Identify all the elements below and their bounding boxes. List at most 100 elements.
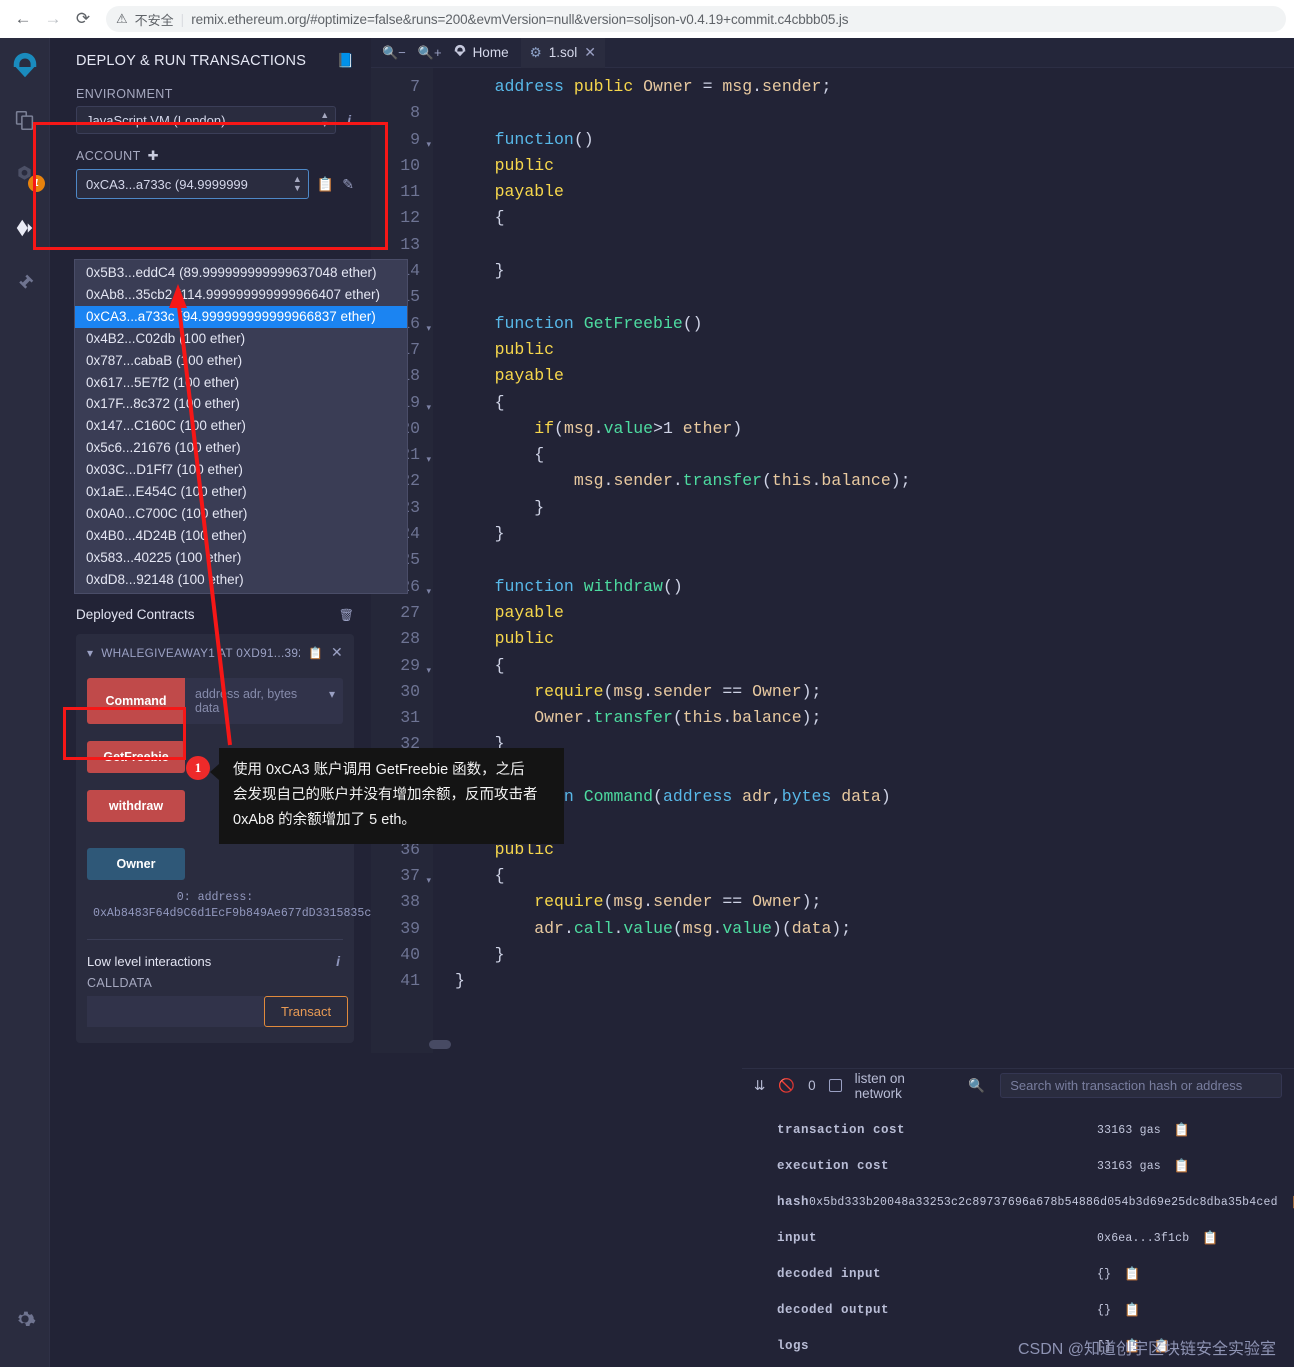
zoom-in-icon[interactable]: 🔍+ [413, 45, 447, 61]
zoom-out-icon[interactable]: 🔍− [377, 45, 411, 61]
owner-button[interactable]: Owner [87, 848, 185, 880]
remix-logo-icon[interactable] [7, 46, 43, 86]
account-option[interactable]: 0x617...5E7f2 (100 ether) [75, 372, 407, 394]
search-icon[interactable]: 🔍 [968, 1078, 985, 1094]
watermark: CSDN @知道创宇区块链安全实验室 [1017, 1341, 1276, 1358]
account-option[interactable]: 0x5c6...21676 (100 ether) [75, 437, 407, 459]
account-select[interactable]: 0xCA3...a733c (94.9999999 ▲ ▼ [76, 169, 309, 199]
account-option[interactable]: 0xAb8...35cb2 (114.999999999999966407 et… [75, 284, 407, 306]
app-root: ← → ⟳ ⚠ 不安全 | remix.ethereum.org/#optimi… [0, 0, 1294, 1367]
calldata-label: CALLDATA [87, 976, 153, 990]
chevron-down-icon[interactable]: ▾ [320, 678, 343, 724]
transaction-detail-row: transaction cost 33163 gas 📋 [742, 1112, 1294, 1148]
trash-icon[interactable]: 🗑 [339, 608, 354, 622]
environment-info-icon[interactable]: i [344, 112, 354, 128]
code-line: } [534, 497, 545, 517]
account-option[interactable]: 0xCA3...a733c (94.999999999999966837 eth… [75, 305, 407, 328]
account-option[interactable]: 0x17F...8c372 (100 ether) [75, 393, 407, 415]
copy-icon[interactable]: 📋 [317, 176, 334, 193]
code-line: function withdraw() [494, 576, 683, 596]
account-option[interactable]: 0x0A0...C700C (100 ether) [75, 503, 407, 525]
solidity-compiler-icon[interactable]: 1 [7, 154, 45, 194]
detail-key: hash [777, 1195, 810, 1209]
account-option[interactable]: 0x1aE...E454C (100 ether) [75, 481, 407, 503]
line-number: 28 [400, 629, 420, 649]
account-option[interactable]: 0x03C...D1Ff7 (100 ether) [75, 459, 407, 481]
spinner-arrows-icon: ▲ ▼ [320, 110, 330, 129]
code-line: { [494, 655, 505, 675]
environment-select[interactable]: JavaScript VM (London) ▲ ▼ [76, 106, 337, 134]
code-line: { [494, 865, 505, 885]
code-line: require(msg.sender == Owner); [534, 892, 822, 912]
spinner-arrows-icon: ▲ ▼ [292, 174, 302, 193]
terminal-panel: ⇊ 🚫 0 listen on network 🔍 Search with tr… [742, 1068, 1294, 1367]
chevron-down-icon[interactable]: ▾ [87, 646, 93, 660]
info-icon[interactable]: i [333, 953, 343, 969]
search-input[interactable]: Search with transaction hash or address [1000, 1073, 1282, 1098]
horizontal-scrollbar[interactable] [429, 1040, 451, 1049]
close-x-icon[interactable]: ✕ [584, 44, 596, 61]
withdraw-button[interactable]: withdraw [87, 790, 185, 822]
copy-icon[interactable]: 📋 [1124, 1303, 1140, 1318]
code-line: address public Owner = msg.sender; [494, 77, 832, 96]
code-content[interactable]: address public Owner = msg.sender; funct… [433, 68, 911, 994]
detail-key: input [777, 1231, 818, 1245]
tab-1-sol[interactable]: ⚙ 1.sol ✕ [520, 37, 605, 68]
plus-circle-icon[interactable]: ✚ [148, 148, 159, 164]
code-line: function() [494, 129, 594, 149]
solidity-file-icon: ⚙ [529, 44, 542, 60]
file-explorers-icon[interactable] [7, 100, 43, 140]
account-option[interactable]: 0xdD8...92148 (100 ether) [75, 569, 407, 591]
detail-value-group: 0x6ea...3f1cb 📋 [1097, 1231, 1219, 1246]
getfreebie-button[interactable]: GetFreebie [87, 741, 185, 773]
deploy-run-panel: DEPLOY & RUN TRANSACTIONS 📘 ENVIRONMENT … [50, 38, 385, 1367]
detail-value: 0x5bd333b20048a33253c2c89737696a678b5488… [809, 1195, 1278, 1209]
forward-arrow-icon[interactable]: → [38, 4, 68, 34]
edit-sign-icon[interactable]: ✎ [342, 176, 354, 193]
copy-icon[interactable]: 📋 [1174, 1159, 1190, 1174]
detail-value: 0x6ea...3f1cb [1097, 1231, 1190, 1245]
copy-icon[interactable]: 📋 [1124, 1267, 1140, 1282]
code-editor[interactable]: 7 8 9 ▾ 10 11 12 13 14 15 16 ▾ 17 18 19 ▾ 20 21 ▾ 22 23 24 25 2… [371, 68, 1294, 1053]
command-input[interactable]: address adr, bytes data [185, 678, 321, 724]
account-option[interactable]: 0x4B2...C02db (100 ether) [75, 328, 407, 350]
ban-circle-icon[interactable]: 🚫 [778, 1078, 795, 1094]
account-option[interactable]: 0x147...C160C (100 ether) [75, 415, 407, 437]
transaction-detail-row: decoded input {} 📋 [742, 1256, 1294, 1292]
account-option[interactable]: 0x4B0...4D24B (100 ether) [75, 525, 407, 547]
account-option[interactable]: 0x787...cabaB (100 ether) [75, 350, 407, 372]
account-option[interactable]: 0x583...40225 (100 ether) [75, 547, 407, 569]
transact-button[interactable]: Transact [264, 996, 349, 1027]
low-level-interactions-label: Low level interactions [87, 953, 212, 969]
line-number: 7 [410, 77, 420, 96]
remix-ide: 1 DEPLOY & RUN TRANSACTIONS 📘 ENVIRONMEN… [0, 37, 1294, 1367]
calldata-input[interactable] [87, 996, 264, 1027]
chevrons-down-icon[interactable]: ⇊ [754, 1078, 765, 1094]
command-button[interactable]: Command [87, 678, 185, 724]
address-bar[interactable]: ⚠ 不安全 | remix.ethereum.org/#optimize=fal… [106, 6, 1286, 32]
listen-on-network-checkbox[interactable] [828, 1079, 842, 1092]
plugin-manager-icon[interactable] [7, 262, 43, 302]
home-tab[interactable]: Home [449, 44, 519, 61]
copy-icon[interactable]: 📋 [1202, 1231, 1218, 1246]
account-dropdown-list[interactable]: 0x5B3...eddC4 (89.999999999999637048 eth… [74, 259, 408, 594]
documentation-book-icon[interactable]: 📘 [337, 52, 354, 69]
owner-function-row: Owner [87, 848, 343, 880]
home-tab-label: Home [472, 45, 509, 60]
deploy-run-transactions-icon[interactable] [7, 208, 43, 248]
reload-icon[interactable]: ⟳ [68, 4, 98, 34]
copy-icon[interactable]: 📋 [1174, 1123, 1190, 1138]
account-option[interactable]: 0x5B3...eddC4 (89.999999999999637048 eth… [75, 262, 407, 284]
settings-gear-icon[interactable] [7, 1299, 43, 1339]
back-arrow-icon[interactable]: ← [8, 4, 38, 34]
code-line: } [455, 971, 465, 991]
transaction-detail-row: hash 0x5bd333b20048a33253c2c89737696a678b… [742, 1184, 1294, 1220]
close-x-icon[interactable]: ✕ [331, 644, 343, 661]
copy-icon[interactable]: 📋 [308, 646, 323, 660]
code-line: public [494, 339, 555, 359]
detail-value-group: {} 📋 [1097, 1267, 1141, 1282]
line-number: 38 [400, 892, 420, 912]
code-line: { [534, 445, 545, 465]
low-level-interactions-header: Low level interactions i [87, 953, 343, 969]
